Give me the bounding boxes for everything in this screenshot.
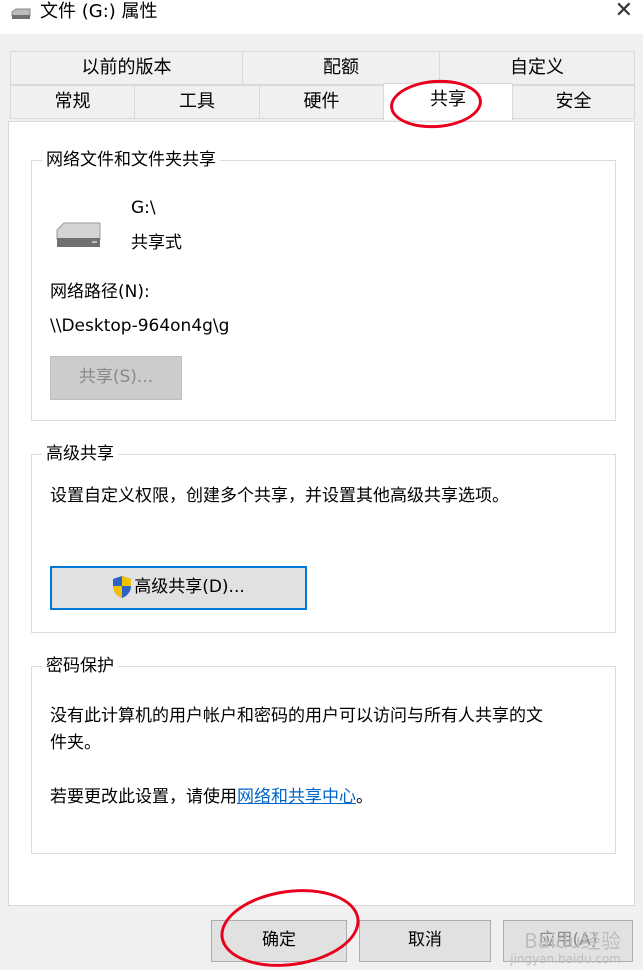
sharing-panel: 网络文件和文件夹共享 G:\ 共享式 网络路径(N): \\Desktop-96… [8, 121, 635, 906]
tab-tools[interactable]: 工具 [134, 85, 260, 119]
share-button[interactable]: 共享(S)... [50, 356, 182, 400]
network-sharing-center-link[interactable]: 网络和共享中心 [237, 787, 356, 807]
password-description-line1: 没有此计算机的用户帐户和密码的用户可以访问与所有人共享的文 [50, 706, 543, 726]
network-path-label: 网络路径(N): [50, 282, 150, 302]
advanced-sharing-group: 高级共享 设置自定义权限，创建多个共享，并设置其他高级共享选项。 高级共享(D)… [31, 442, 616, 633]
properties-dialog: 以前的版本 配额 自定义 常规 工具 硬件 共享 安全 网络文件和文件夹共享 G… [0, 34, 643, 970]
advanced-sharing-button[interactable]: 高级共享(D)... [50, 566, 307, 610]
drive-icon [56, 222, 101, 247]
window-title: 文件 (G:) 属性 [40, 1, 158, 22]
tab-customize[interactable]: 自定义 [439, 51, 635, 85]
drive-name: G:\ [131, 198, 156, 218]
tab-sharing[interactable]: 共享 [383, 83, 513, 120]
password-change-text: 若要更改此设置，请使用网络和共享中心。 [50, 785, 373, 809]
password-protection-group: 密码保护 没有此计算机的用户帐户和密码的用户可以访问与所有人共享的文 件夹。 若… [31, 654, 616, 854]
password-description-line2: 件夹。 [50, 733, 101, 753]
drive-icon [11, 8, 31, 19]
cancel-button[interactable]: 取消 [359, 920, 491, 962]
title-bar: 文件 (G:) 属性 ✕ [0, 0, 643, 34]
network-sharing-title: 网络文件和文件夹共享 [42, 148, 220, 172]
watermark-logo: Baidu经验 [524, 929, 621, 953]
password-protection-title: 密码保护 [42, 654, 118, 678]
close-icon[interactable]: ✕ [615, 0, 633, 24]
change-suffix: 。 [356, 787, 373, 807]
network-path-value: \\Desktop-964on4g\g [50, 316, 230, 336]
shield-icon [113, 576, 132, 598]
advanced-sharing-button-label: 高级共享(D)... [134, 577, 245, 597]
ok-button[interactable]: 确定 [211, 920, 347, 962]
tab-previous-versions[interactable]: 以前的版本 [10, 51, 243, 85]
change-prefix: 若要更改此设置，请使用 [50, 787, 237, 807]
advanced-sharing-description: 设置自定义权限，创建多个共享，并设置其他高级共享选项。 [50, 486, 509, 506]
advanced-sharing-title: 高级共享 [42, 442, 118, 466]
tab-general[interactable]: 常规 [10, 85, 135, 119]
tab-hardware[interactable]: 硬件 [259, 85, 384, 119]
watermark-url: jingyan.baidu.com [510, 952, 621, 966]
share-state: 共享式 [131, 233, 182, 253]
tab-security[interactable]: 安全 [512, 85, 635, 119]
network-sharing-group: 网络文件和文件夹共享 G:\ 共享式 网络路径(N): \\Desktop-96… [31, 148, 616, 421]
tab-quota[interactable]: 配额 [242, 51, 440, 85]
